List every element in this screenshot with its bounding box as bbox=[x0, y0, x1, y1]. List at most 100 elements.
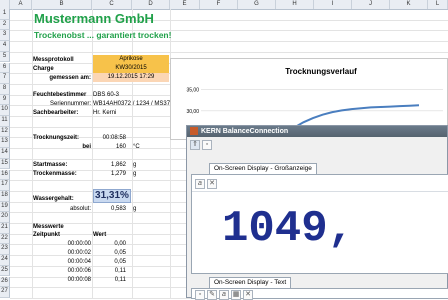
row-header[interactable]: 15 bbox=[0, 158, 10, 170]
window-title: KERN BalanceConnection bbox=[201, 128, 289, 135]
serial-label: Seriennummer: bbox=[49, 101, 91, 107]
measured-label: gemessen am: bbox=[49, 75, 91, 81]
row-header[interactable]: 24 bbox=[0, 255, 10, 266]
row-header[interactable]: 4 bbox=[0, 41, 10, 52]
measurements-value-header: Wert bbox=[93, 232, 107, 238]
chart-y-tick-label: 30,00 bbox=[186, 109, 199, 115]
absolute-value: 0,583 bbox=[110, 206, 126, 212]
column-header[interactable]: G bbox=[238, 0, 276, 9]
row-header[interactable]: 16 bbox=[0, 169, 10, 181]
column-header[interactable]: C bbox=[92, 0, 132, 9]
tagline: Trockenobst ... garantiert trocken! bbox=[34, 30, 172, 40]
row-header[interactable]: 25 bbox=[0, 265, 10, 277]
select-all-corner[interactable] bbox=[0, 0, 10, 9]
kern-balance-window[interactable]: KERN BalanceConnection ⇑ ▫ On-Screen Dis… bbox=[186, 125, 448, 300]
device-label: Feuchtebestimmer bbox=[33, 92, 87, 98]
temperature-value: 160 bbox=[115, 144, 126, 150]
measurement-time: 00:00:08 bbox=[67, 277, 91, 283]
dry-time-value: 00:08:58 bbox=[102, 135, 126, 141]
chart-y-tick-label: 35,00 bbox=[186, 88, 199, 94]
dry-time-label: Trocknungszeit: bbox=[33, 135, 80, 141]
row-header[interactable]: 22 bbox=[0, 233, 10, 245]
row-header[interactable]: 17 bbox=[0, 180, 10, 191]
protocol-label: Messprotokoll bbox=[33, 57, 74, 63]
dry-mass-value: 1,279 bbox=[110, 171, 126, 177]
row-header[interactable]: 6 bbox=[0, 62, 10, 74]
column-header[interactable]: L bbox=[428, 0, 448, 9]
column-header[interactable]: B bbox=[32, 0, 92, 9]
window-layout-icon[interactable]: ▫ bbox=[202, 140, 212, 150]
clear-icon[interactable]: ✕ bbox=[207, 179, 217, 189]
row-header[interactable]: 12 bbox=[0, 126, 10, 138]
row-header[interactable]: 1 bbox=[0, 9, 10, 20]
row-header[interactable]: 21 bbox=[0, 223, 10, 234]
clear-icon-2[interactable]: ✕ bbox=[243, 290, 253, 300]
measurement-time: 00:00:02 bbox=[67, 250, 91, 256]
measured-value[interactable]: 19.12.2015 17:29 bbox=[93, 73, 169, 82]
company-title: Mustermann GmbH bbox=[34, 11, 154, 26]
column-header[interactable]: E bbox=[170, 0, 200, 9]
column-header[interactable]: H bbox=[276, 0, 314, 9]
column-header[interactable]: F bbox=[200, 0, 238, 9]
device-value: DBS 60-3 bbox=[93, 92, 120, 98]
start-mass-unit: g bbox=[133, 162, 137, 168]
batch-value[interactable]: KW30/2015 bbox=[93, 64, 169, 73]
absolute-label: absolut: bbox=[69, 206, 91, 212]
chart-title: Trocknungsverlauf bbox=[285, 67, 357, 76]
window-titlebar[interactable]: KERN BalanceConnection bbox=[187, 126, 447, 137]
large-display-panel: a ✕ 1049, bbox=[191, 174, 448, 274]
measurements-time-header: Zeitpunkt bbox=[33, 232, 60, 238]
app-icon bbox=[190, 127, 198, 135]
column-header[interactable]: D bbox=[132, 0, 170, 9]
start-mass-label: Startmasse: bbox=[33, 162, 68, 168]
measurement-value: 0,11 bbox=[114, 277, 126, 283]
measurement-value: 0,11 bbox=[114, 268, 126, 274]
font-icon-2[interactable]: a bbox=[219, 290, 229, 300]
grid-icon[interactable]: ▦ bbox=[231, 290, 241, 300]
edit-icon[interactable]: ✎ bbox=[207, 290, 217, 300]
row-header[interactable]: 2 bbox=[0, 19, 10, 31]
column-header[interactable]: K bbox=[390, 0, 428, 9]
open-icon[interactable]: ▫ bbox=[195, 290, 205, 300]
serial-value: WB14AH0372 / 1234 / MS37 bbox=[93, 101, 171, 107]
clerk-value: Hr. Kerni bbox=[93, 110, 117, 116]
row-header[interactable]: 19 bbox=[0, 201, 10, 213]
water-content-value[interactable]: 31,31% bbox=[93, 189, 131, 203]
row-header[interactable]: 23 bbox=[0, 244, 10, 256]
row-header[interactable]: 8 bbox=[0, 83, 10, 95]
column-header[interactable]: A bbox=[10, 0, 32, 9]
measurement-value: 0,05 bbox=[114, 250, 126, 256]
temperature-label: bei bbox=[82, 144, 91, 150]
row-header[interactable]: 11 bbox=[0, 116, 10, 127]
row-header[interactable]: 9 bbox=[0, 94, 10, 106]
clerk-label: Sachbearbeiter: bbox=[33, 110, 79, 116]
water-content-label: Wassergehalt: bbox=[33, 196, 74, 202]
row-header[interactable]: 7 bbox=[0, 73, 10, 84]
column-header-bar: A B C D E F G H I J K L bbox=[0, 0, 448, 10]
dry-mass-label: Trockenmasse: bbox=[33, 171, 77, 177]
text-display-panel: ▫ ✎ a ▦ ✕ bbox=[191, 288, 448, 300]
row-header[interactable]: 10 bbox=[0, 105, 10, 116]
column-header[interactable]: J bbox=[352, 0, 390, 9]
protocol-value[interactable]: Aprikose bbox=[93, 55, 169, 64]
row-header[interactable]: 14 bbox=[0, 148, 10, 159]
row-header[interactable]: 5 bbox=[0, 51, 10, 63]
pin-icon[interactable]: ⇑ bbox=[190, 140, 200, 150]
batch-label: Charge bbox=[33, 66, 54, 72]
row-header[interactable]: 3 bbox=[0, 30, 10, 42]
row-header[interactable]: 18 bbox=[0, 190, 10, 202]
row-header[interactable]: 26 bbox=[0, 276, 10, 288]
dry-mass-unit: g bbox=[133, 171, 137, 177]
measurement-value: 0,00 bbox=[114, 241, 126, 247]
font-icon[interactable]: a bbox=[195, 179, 205, 189]
measurement-time: 00:00:04 bbox=[67, 259, 91, 265]
row-header[interactable]: 27 bbox=[0, 287, 10, 298]
row-header[interactable]: 20 bbox=[0, 212, 10, 223]
start-mass-value: 1,862 bbox=[110, 162, 126, 168]
measurement-time: 00:00:06 bbox=[67, 268, 91, 274]
column-header[interactable]: I bbox=[314, 0, 352, 9]
row-header[interactable]: 13 bbox=[0, 137, 10, 149]
absolute-unit: g bbox=[133, 206, 137, 212]
measurement-value: 0,05 bbox=[114, 259, 126, 265]
measurement-time: 00:00:00 bbox=[67, 241, 91, 247]
